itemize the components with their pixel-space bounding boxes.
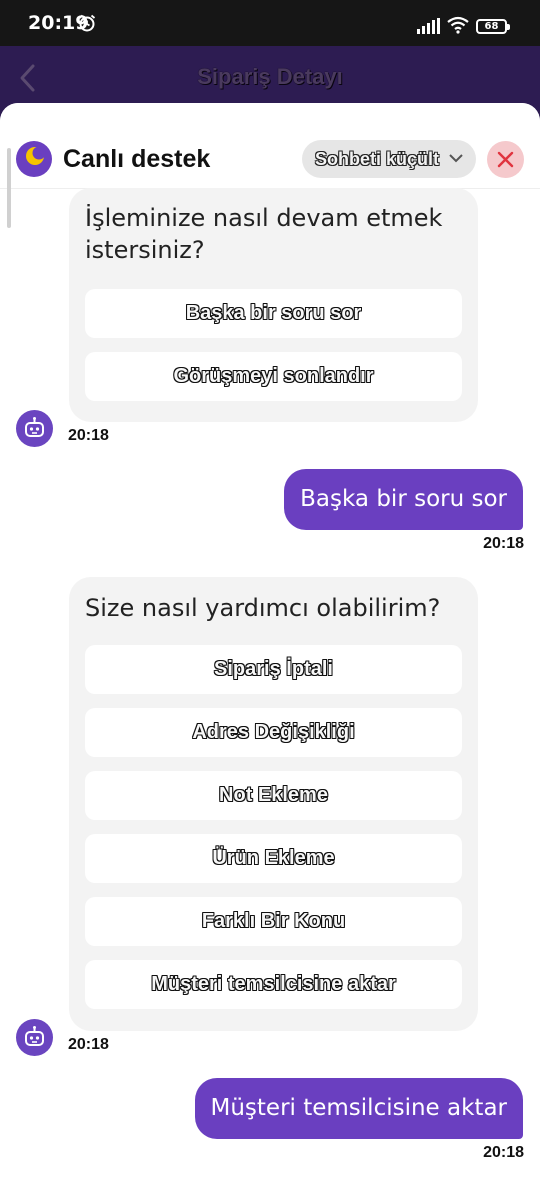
chevron-down-icon [449, 154, 463, 163]
bot-avatar [16, 410, 53, 447]
option-button-transfer-agent[interactable]: Müşteri temsilcisine aktar [85, 960, 462, 1009]
close-chat-button[interactable] [487, 141, 524, 178]
message-time: 20:18 [68, 1036, 109, 1053]
wifi-icon [447, 16, 469, 34]
page-title: Sipariş Detayı [197, 64, 343, 89]
close-icon [497, 151, 514, 168]
alarm-icon [78, 14, 96, 32]
battery-indicator: 68 [476, 19, 510, 34]
option-button-end-conversation[interactable]: Görüşmeyi sonlandır [85, 352, 462, 401]
option-button-add-product[interactable]: Ürün Ekleme [85, 834, 462, 883]
option-button-other-topic[interactable]: Farklı Bir Konu [85, 897, 462, 946]
robot-icon [25, 1026, 44, 1046]
bot-message-text: Size nasıl yardımcı olabilirim? [85, 594, 441, 622]
signal-icon [417, 18, 440, 34]
user-message-bubble: Müşteri temsilcisine aktar [194, 1078, 523, 1139]
message-time: 20:18 [68, 427, 109, 444]
bot-avatar [16, 1019, 53, 1056]
app-header: Sipariş Detayı [0, 46, 540, 110]
scrollbar[interactable] [7, 148, 11, 228]
option-button-add-note[interactable]: Not Ekleme [85, 771, 462, 820]
message-time: 20:18 [483, 1144, 524, 1161]
option-button-another-question[interactable]: Başka bir soru sor [85, 289, 462, 338]
message-time: 20:18 [483, 535, 524, 552]
chat-title: Canlı destek [63, 145, 211, 173]
option-button-order-cancel[interactable]: Sipariş İptali [85, 645, 462, 694]
bot-message-bubble: Size nasıl yardımcı olabilirim? Sipariş … [69, 577, 478, 1031]
robot-icon [25, 417, 44, 437]
user-message-bubble: Başka bir soru sor [284, 469, 523, 530]
brand-logo-icon [16, 141, 52, 177]
status-bar: 20:19 68 [0, 0, 540, 46]
chat-header: Canlı destek Sohbeti küçült [0, 103, 540, 189]
bot-message-bubble: İşleminize nasıl devam etmek istersiniz?… [69, 188, 478, 422]
bot-message-text: İşleminize nasıl devam etmek istersiniz? [85, 204, 443, 264]
option-button-address-change[interactable]: Adres Değişikliği [85, 708, 462, 757]
